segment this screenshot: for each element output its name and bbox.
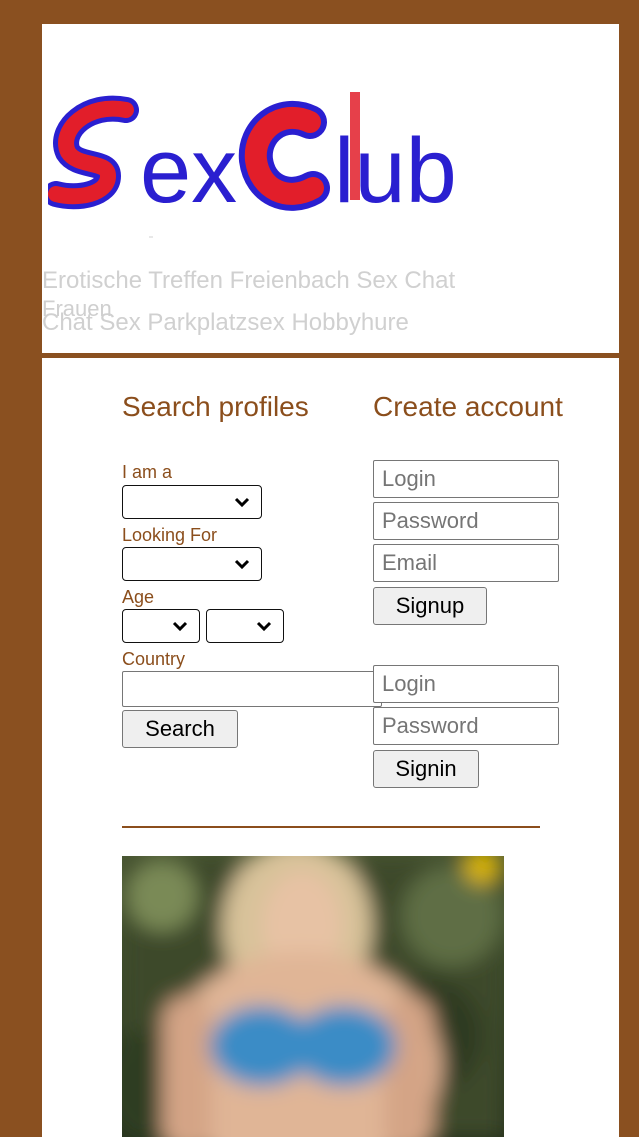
create-account-title: Create account <box>373 391 563 422</box>
tagline: Erotische Treffen Freienbach Sex Chat Ch… <box>42 264 602 340</box>
search-profiles-title: Search profiles <box>122 391 309 422</box>
signup-button[interactable]: Signup <box>373 587 487 625</box>
i-am-select[interactable] <box>122 485 262 519</box>
site-logo[interactable]: ex lub <box>48 72 518 212</box>
country-label: Country <box>122 649 186 669</box>
age-label: Age <box>122 587 155 607</box>
profile-photo[interactable] <box>122 856 504 1137</box>
signin-login-input[interactable]: Login <box>373 665 559 703</box>
photo-image <box>122 856 504 1137</box>
tagline-line-2: Chat Sex Parkplatzsex Hobbyhure <box>42 309 409 336</box>
chevron-down-icon <box>256 621 272 632</box>
header-banner: ex lub Erotische Treffen Freienbach Sex … <box>42 24 619 353</box>
i-am-label: I am a <box>122 462 173 482</box>
tagline-line-1: Erotische Treffen Freienbach Sex Chat <box>42 267 456 294</box>
country-input[interactable] <box>122 671 382 707</box>
signup-login-input[interactable]: Login <box>373 460 559 498</box>
signup-email-input[interactable]: Email <box>373 544 559 582</box>
chevron-down-icon <box>234 497 250 508</box>
chevron-down-icon <box>172 621 188 632</box>
age-from-select[interactable] <box>122 609 200 643</box>
looking-for-label: Looking For <box>122 525 218 545</box>
signup-password-input[interactable]: Password <box>373 502 559 540</box>
section-divider <box>122 826 540 828</box>
search-button[interactable]: Search <box>122 710 238 748</box>
signin-button[interactable]: Signin <box>373 750 479 788</box>
logo-text-ex: ex <box>140 120 237 212</box>
tagline-overlap: Frauen <box>42 296 112 321</box>
age-to-select[interactable] <box>206 609 284 643</box>
main-content: Search profiles I am a Looking For Age C… <box>42 358 619 1137</box>
decorative-dot <box>149 236 153 238</box>
chevron-down-icon <box>234 559 250 570</box>
looking-for-select[interactable] <box>122 547 262 581</box>
signin-password-input[interactable]: Password <box>373 707 559 745</box>
